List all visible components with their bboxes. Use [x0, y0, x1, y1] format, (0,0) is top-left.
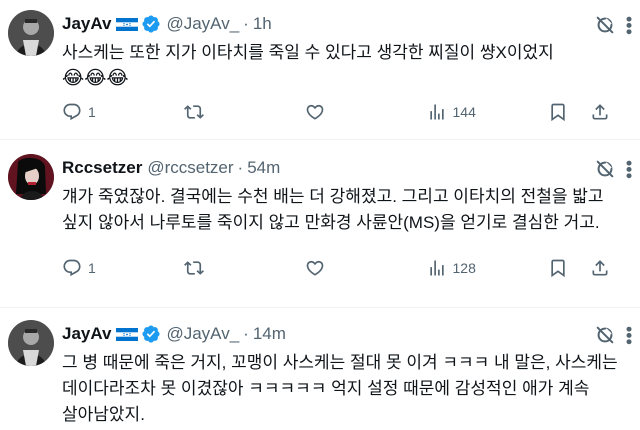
- reply-count: 1: [88, 104, 96, 120]
- grok-icon[interactable]: [594, 158, 616, 180]
- display-name[interactable]: JayAv: [62, 14, 111, 34]
- views-button[interactable]: 144: [427, 102, 527, 122]
- tweet-header: JayAv @JayAv_ · 1h: [62, 12, 624, 36]
- action-bar: 1 128: [62, 258, 610, 278]
- like-button[interactable]: [305, 258, 405, 278]
- views-icon: [429, 260, 444, 276]
- tweet-content: JayAv @JayAv_ · 1h 사스케는 또한 지가 이타치를 죽일 수 …: [62, 12, 624, 92]
- emoji-row: 😂😂😂: [62, 68, 129, 89]
- tweet-content: Rccsetzer @rccsetzer · 54m 걔가 죽였잖아. 결국에는…: [62, 156, 624, 236]
- share-icon[interactable]: [590, 102, 610, 122]
- repost-button[interactable]: [183, 102, 284, 122]
- tweet-header: Rccsetzer @rccsetzer · 54m: [62, 156, 624, 180]
- avatar[interactable]: [8, 10, 54, 56]
- tweet-content: JayAv @JayAv_ · 14m 그 병 때문에 죽은 거지, 꼬맹이 사…: [62, 322, 624, 428]
- more-options-icon[interactable]: •••: [619, 158, 639, 180]
- repost-icon: [183, 105, 204, 119]
- bookmark-icon[interactable]: [548, 102, 568, 122]
- like-button[interactable]: [305, 102, 405, 122]
- honduras-flag-icon: [116, 327, 139, 341]
- separator-dot: ·: [243, 14, 249, 33]
- timestamp[interactable]: 14m: [253, 324, 286, 344]
- bookmark-icon[interactable]: [548, 258, 568, 278]
- display-name[interactable]: JayAv: [62, 324, 111, 344]
- tweet-1[interactable]: JayAv @JayAv_ · 1h 사스케는 또한 지가 이타치를 죽일 수 …: [0, 0, 640, 140]
- repost-button[interactable]: [183, 258, 284, 278]
- like-icon: [306, 104, 324, 120]
- right-actions: [548, 102, 610, 122]
- user-handle[interactable]: @JayAv_: [166, 14, 239, 34]
- action-bar: 1 144: [62, 102, 610, 122]
- views-icon: [429, 104, 444, 120]
- grok-icon[interactable]: [594, 14, 616, 36]
- user-handle[interactable]: @rccsetzer: [147, 158, 233, 178]
- tweet-2[interactable]: Rccsetzer @rccsetzer · 54m 걔가 죽였잖아. 결국에는…: [0, 140, 640, 308]
- like-icon: [306, 260, 324, 276]
- view-count: 128: [452, 260, 476, 276]
- reply-icon: [63, 259, 81, 277]
- share-icon[interactable]: [590, 258, 610, 278]
- reply-button[interactable]: 1: [62, 102, 162, 122]
- timestamp[interactable]: 54m: [247, 158, 280, 178]
- right-actions: [548, 258, 610, 278]
- tweet-text: 그 병 때문에 죽은 거지, 꼬맹이 사스케는 절대 못 이겨 ㅋㅋㅋ 내 말은…: [62, 353, 623, 424]
- repost-icon: [183, 261, 204, 275]
- view-count: 144: [452, 104, 476, 120]
- verified-badge-icon: [142, 15, 161, 33]
- display-name[interactable]: Rccsetzer: [62, 158, 142, 178]
- separator-dot: ·: [237, 158, 244, 177]
- grok-icon[interactable]: [594, 324, 616, 346]
- reply-icon: [63, 103, 81, 121]
- views-button[interactable]: 128: [427, 258, 527, 278]
- tweet-header: JayAv @JayAv_ · 14m: [62, 322, 624, 346]
- reply-button[interactable]: 1: [62, 258, 162, 278]
- avatar[interactable]: [8, 320, 54, 366]
- more-options-icon[interactable]: •••: [619, 324, 639, 346]
- tweet-text-content: 사스케는 또한 지가 이타치를 죽일 수 있다고 생각한 찌질이 썅X이었지: [62, 43, 554, 62]
- verified-badge-icon: [142, 325, 161, 343]
- tweet-3[interactable]: JayAv @JayAv_ · 14m 그 병 때문에 죽은 거지, 꼬맹이 사…: [0, 308, 640, 430]
- more-options-icon[interactable]: •••: [619, 14, 639, 36]
- avatar[interactable]: [8, 154, 54, 200]
- timestamp[interactable]: 1h: [253, 14, 272, 34]
- honduras-flag-icon: [116, 17, 139, 31]
- reply-count: 1: [88, 260, 96, 276]
- tweet-text: 걔가 죽였잖아. 결국에는 수천 배는 더 강해졌고. 그리고 이타치의 전철을…: [62, 187, 609, 232]
- tweet-text: 사스케는 또한 지가 이타치를 죽일 수 있다고 생각한 찌질이 썅X이었지 😂…: [62, 40, 624, 92]
- separator-dot: ·: [243, 324, 249, 343]
- user-handle[interactable]: @JayAv_: [166, 324, 239, 344]
